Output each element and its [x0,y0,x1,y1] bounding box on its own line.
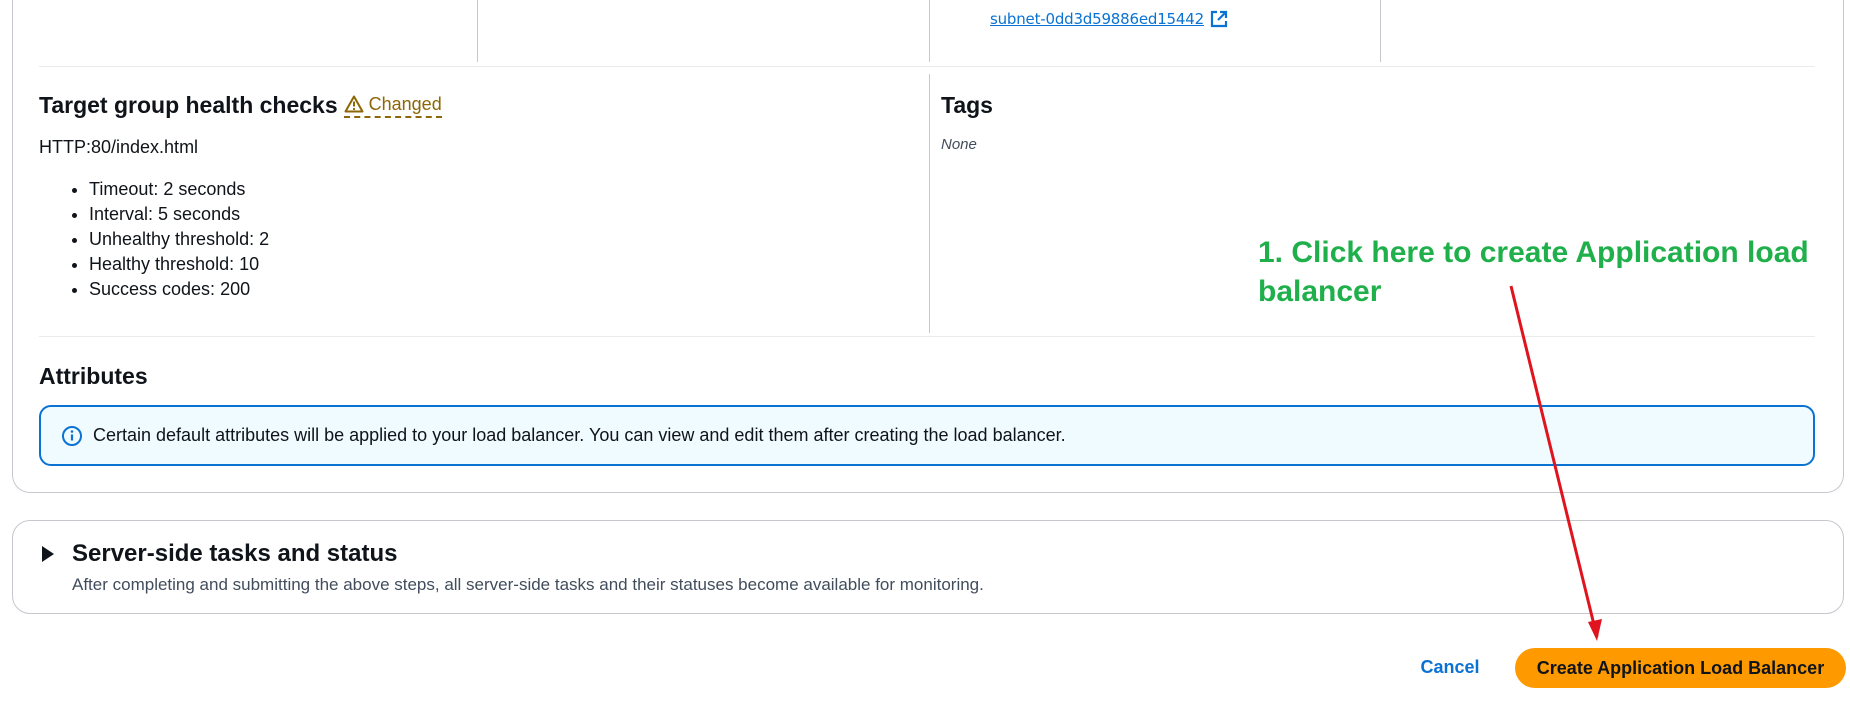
subnet-link[interactable]: subnet-0dd3d59886ed15442 [990,10,1228,28]
server-tasks-title[interactable]: Server-side tasks and status [72,540,398,568]
list-item: Interval: 5 seconds [89,202,269,227]
health-check-settings: Timeout: 2 seconds Interval: 5 seconds U… [39,177,269,302]
row-divider [39,66,1815,67]
list-item: Timeout: 2 seconds [89,177,269,202]
column-divider [929,74,930,333]
external-link-icon [1210,10,1228,28]
list-item: Success codes: 200 [89,277,269,302]
health-checks-header: Target group health checks Changed [39,92,442,119]
row-divider [39,336,1815,337]
tags-value: None [941,136,977,153]
health-checks-title: Target group health checks [39,92,338,118]
changed-badge[interactable]: Changed [343,93,442,118]
list-item: Healthy threshold: 10 [89,252,269,277]
info-icon [61,425,83,447]
caret-right-icon[interactable] [42,546,54,562]
attributes-title: Attributes [39,363,148,389]
cancel-button[interactable]: Cancel [1410,650,1490,684]
tags-title: Tags [941,92,993,118]
info-alert-text: Certain default attributes will be appli… [93,425,1066,445]
subnet-link-label: subnet-0dd3d59886ed15442 [990,10,1204,28]
annotation-text: 1. Click here to create Application load… [1258,236,1809,308]
column-divider [1380,0,1381,62]
info-alert: Certain default attributes will be appli… [39,405,1815,466]
column-divider [477,0,478,62]
create-load-balancer-button[interactable]: Create Application Load Balancer [1515,648,1846,688]
changed-label: Changed [368,93,442,114]
health-check-path: HTTP:80/index.html [39,137,199,157]
server-tasks-description: After completing and submitting the abov… [72,575,984,594]
warning-icon [344,95,364,113]
column-divider [929,0,930,62]
list-item: Unhealthy threshold: 2 [89,227,269,252]
